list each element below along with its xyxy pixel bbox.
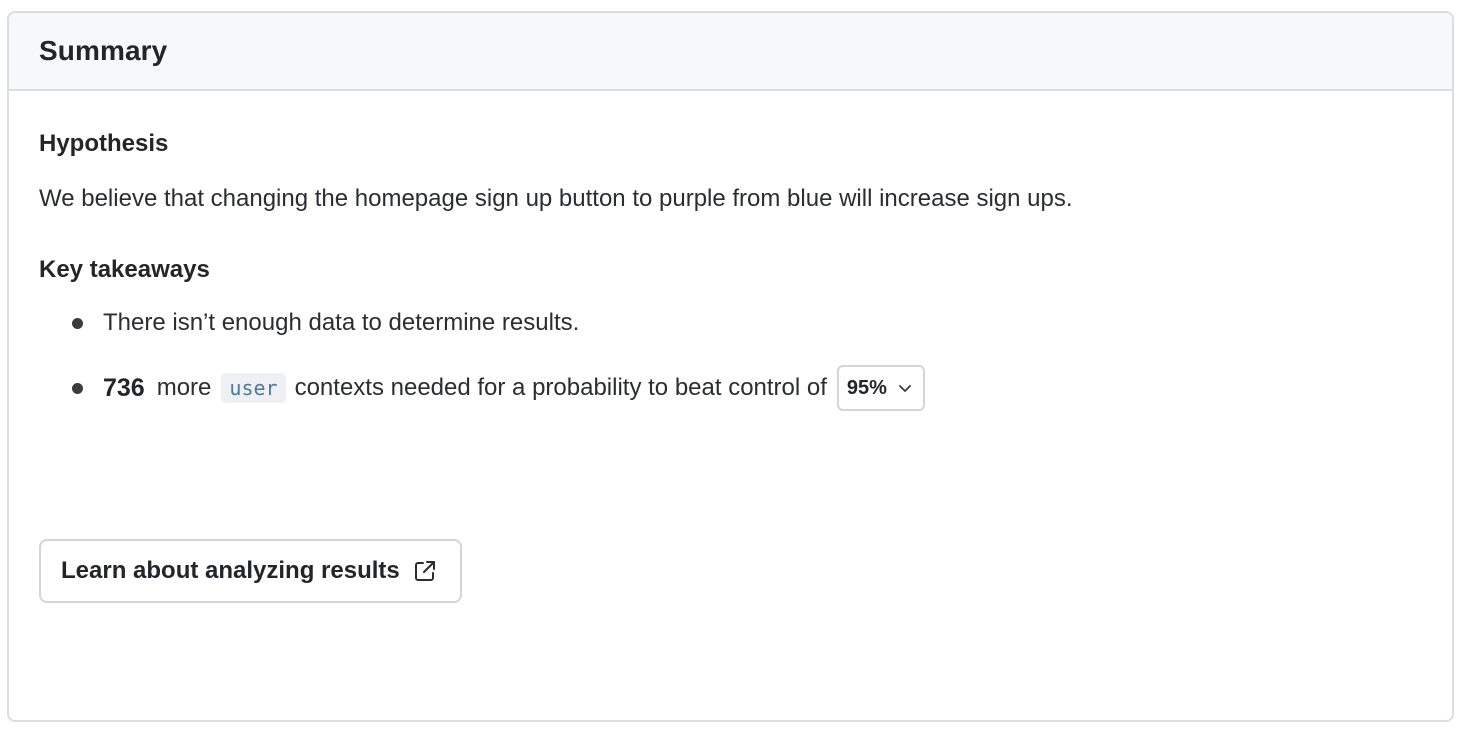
card-body: Hypothesis We believe that changing the … xyxy=(9,91,1452,411)
learn-about-analyzing-results-button[interactable]: Learn about analyzing results xyxy=(39,539,462,603)
takeaway-item-contexts-needed: 736 more user contexts needed for a prob… xyxy=(72,365,1422,411)
probability-threshold-value: 95% xyxy=(846,377,887,399)
external-link-icon xyxy=(414,561,435,581)
card-header: Summary xyxy=(9,13,1452,91)
learn-button-label: Learn about analyzing results xyxy=(61,557,400,584)
summary-card: Summary Hypothesis We believe that chang… xyxy=(7,11,1454,722)
takeaway-item-insufficient-data: There isn’t enough data to determine res… xyxy=(72,307,1422,339)
probability-threshold-select[interactable]: 95% xyxy=(836,365,925,411)
chevron-down-icon xyxy=(899,385,911,392)
bullet-icon xyxy=(72,317,83,329)
takeaways-list: There isn’t enough data to determine res… xyxy=(39,307,1422,411)
context-kind-chip: user xyxy=(221,373,286,403)
takeaway-text-contexts: contexts needed for a probability to bea… xyxy=(294,374,827,401)
bullet-icon xyxy=(72,382,83,394)
contexts-needed-count: 736 xyxy=(103,374,145,402)
takeaway-text-more: more xyxy=(156,374,212,401)
takeaway-text: There isn’t enough data to determine res… xyxy=(103,309,580,336)
key-takeaways-title: Key takeaways xyxy=(39,256,210,283)
hypothesis-text: We believe that changing the homepage si… xyxy=(39,185,1073,212)
hypothesis-title: Hypothesis xyxy=(39,130,169,157)
card-title: Summary xyxy=(39,35,168,66)
